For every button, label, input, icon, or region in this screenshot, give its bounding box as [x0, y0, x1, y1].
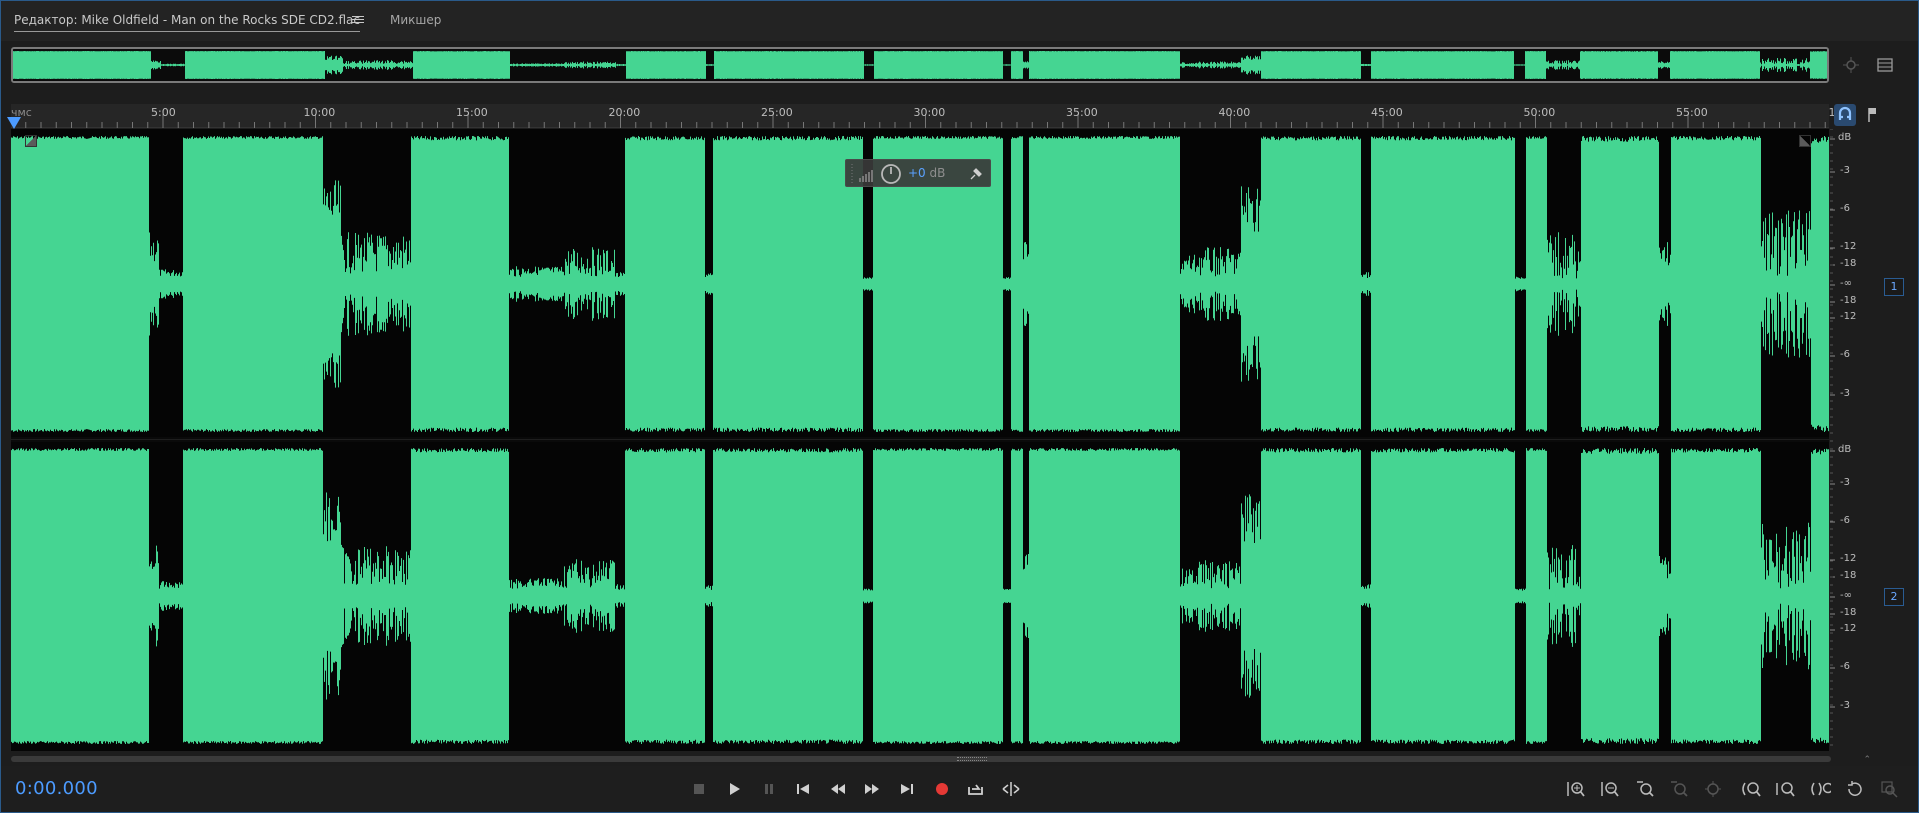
zoom-in-time-icon[interactable] [1739, 778, 1761, 800]
ruler-tick-label: 25:00 [761, 106, 793, 119]
zoom-to-playhead-icon[interactable] [1634, 778, 1656, 800]
marker-pin-icon[interactable] [1861, 104, 1883, 126]
ruler-tick-label: 10:00 [303, 106, 336, 119]
db-label: -18 [1840, 258, 1857, 269]
db-label: -12 [1840, 311, 1857, 322]
db-label: dB [1838, 444, 1852, 455]
skip-selection-icon[interactable] [1000, 778, 1022, 800]
amplitude-scale: dB -3 -6 -12 -18 -∞ -18 -12 -6 -3 dB -3 -6 -12 -18 -∞ -1… [1830, 129, 1890, 751]
ruler-tick-label: 15:00 [456, 106, 488, 119]
ruler-tick-label: 20:00 [608, 106, 641, 119]
db-label: -18 [1840, 607, 1857, 618]
zoom-reset-icon[interactable] [1844, 778, 1866, 800]
record-icon[interactable] [931, 778, 953, 800]
editor-window: Редактор: Mike Oldfield - Man on the Roc… [0, 0, 1919, 813]
ruler-tick-label: 50:00 [1523, 106, 1556, 119]
db-label: -18 [1840, 570, 1857, 581]
channel-1-badge[interactable]: 1 [1884, 278, 1904, 296]
ruler-tick-label: 30:00 [913, 106, 946, 119]
loop-playback-icon[interactable] [965, 778, 987, 800]
zoom-out-time-icon[interactable] [1773, 778, 1795, 800]
waveform-canvas [11, 129, 1829, 751]
ruler-tick-label: 40:00 [1218, 106, 1251, 119]
snap-magnet-icon[interactable] [1834, 104, 1856, 126]
hud-volume-value[interactable]: +0 dB [908, 166, 945, 180]
tab-menu-icon[interactable] [352, 14, 364, 26]
scrollbar-grip[interactable] [957, 757, 987, 761]
volume-hud[interactable]: +0 dB [845, 159, 991, 187]
tab-editor[interactable]: Редактор: Mike Oldfield - Man on the Roc… [14, 13, 360, 32]
zoom-full-icon [1879, 778, 1901, 800]
zoom-out-full-icon [1703, 778, 1725, 800]
zoom-selection-icon [1668, 778, 1690, 800]
list-view-icon[interactable] [1876, 56, 1894, 74]
current-time[interactable]: 0:00.000 [15, 778, 98, 799]
db-label: -12 [1840, 241, 1857, 252]
zoom-out-amplitude-icon[interactable] [1599, 778, 1621, 800]
waveform-display[interactable] [11, 129, 1829, 751]
horizontal-scrollbar[interactable]: ⌃ [11, 754, 1891, 765]
fade-out-handle[interactable] [1799, 135, 1811, 147]
ruler-tick-label: 55:00 [1676, 106, 1708, 119]
db-label: -6 [1840, 661, 1850, 672]
db-label: -6 [1840, 515, 1850, 526]
hud-unit: dB [929, 166, 946, 180]
db-label: -12 [1840, 623, 1857, 634]
pause-icon[interactable] [758, 778, 780, 800]
time-ruler[interactable]: чмс 5:00 10:00 15:00 20:00 25:00 30:00 35:00 40… [11, 104, 1839, 128]
channel-2-badge[interactable]: 2 [1884, 588, 1904, 606]
db-label: -6 [1840, 203, 1850, 214]
stop-icon[interactable] [688, 778, 710, 800]
playhead-marker[interactable] [7, 117, 21, 129]
db-scale-ticks [1830, 129, 1835, 746]
scrollbar-thumb[interactable] [11, 756, 1831, 762]
db-label: -12 [1840, 553, 1857, 564]
hud-gain[interactable]: +0 [908, 166, 926, 180]
db-label: -∞ [1840, 278, 1852, 289]
fade-in-handle[interactable] [25, 135, 37, 147]
zoom-in-amplitude-icon[interactable] [1565, 778, 1587, 800]
skip-to-end-icon[interactable] [896, 778, 918, 800]
zoom-navigator-icon[interactable] [1842, 56, 1860, 74]
skip-to-start-icon[interactable] [792, 778, 814, 800]
db-label: -18 [1840, 295, 1857, 306]
ruler-tick-label: 45:00 [1371, 106, 1403, 119]
db-label: -6 [1840, 349, 1850, 360]
hud-meter-icon [851, 164, 901, 184]
ruler-tick-label: 5:00 [151, 106, 176, 119]
db-label: -3 [1840, 165, 1850, 176]
db-label: -3 [1840, 477, 1850, 488]
tab-bar: Редактор: Mike Oldfield - Man on the Roc… [1, 1, 1918, 41]
rewind-icon[interactable] [827, 778, 849, 800]
transport-bar: 0:00.000 [1, 766, 1918, 812]
db-label: -3 [1840, 388, 1850, 399]
overview-waveform [13, 49, 1827, 81]
ruler-tick-label: 35:00 [1066, 106, 1098, 119]
zoom-to-selection-icon[interactable] [1809, 778, 1831, 800]
fast-forward-icon[interactable] [861, 778, 883, 800]
db-label: dB [1838, 132, 1852, 143]
pin-icon[interactable] [965, 163, 987, 185]
waveform-overview[interactable] [11, 47, 1829, 83]
db-label: -∞ [1840, 590, 1852, 601]
db-label: -3 [1840, 700, 1850, 711]
tab-mixer[interactable]: Микшер [390, 13, 441, 27]
scroll-up-icon[interactable]: ⌃ [1863, 755, 1871, 765]
play-icon[interactable] [723, 778, 745, 800]
